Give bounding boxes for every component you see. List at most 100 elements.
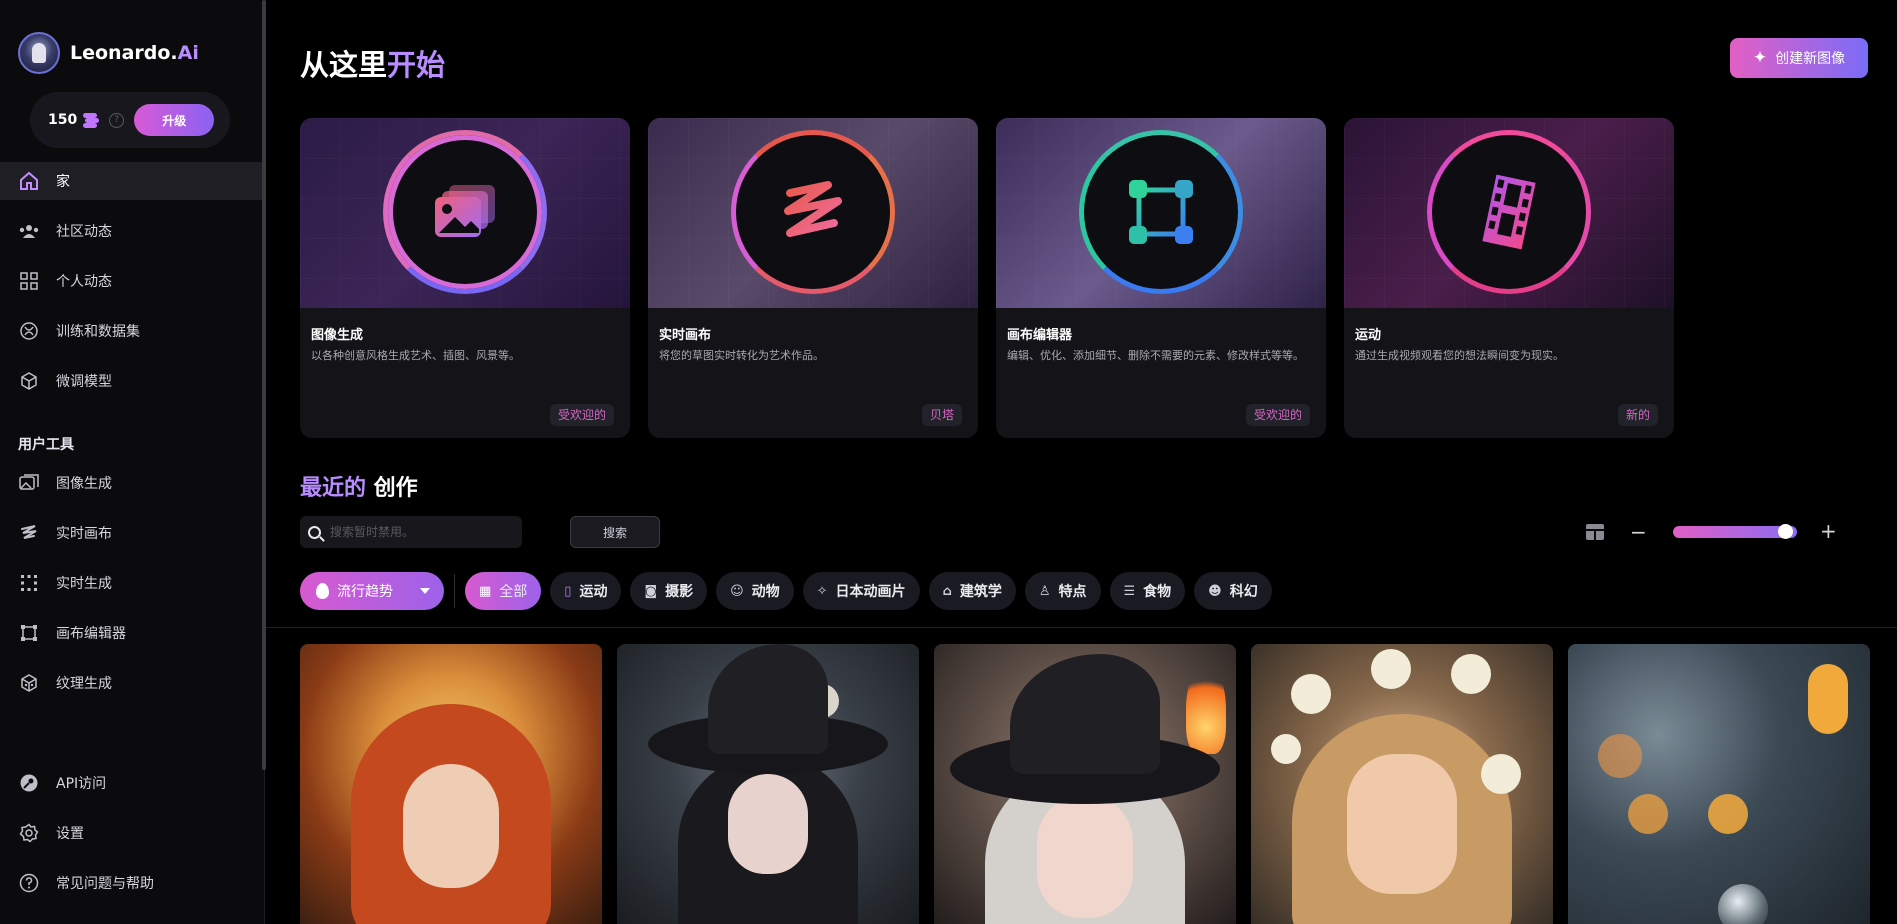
filter-chip-anime[interactable]: ✧ 日本动画片 [802,572,920,610]
sidebar: Leonardo.Ai 150 ? 升级 家 社区动态 个人动态 训练和数据集 … [0,0,265,924]
sidebar-item-label: 社区动态 [56,224,112,240]
grid-icon: ▦ [479,583,492,599]
cube-icon [18,370,40,392]
filter-chip-architecture[interactable]: ⌂ 建筑学 [928,572,1016,610]
film-icon: ▯ [564,583,572,599]
tool-name: 实时画布 [659,328,712,343]
chip-label: 动物 [751,584,780,600]
page-title-accent: 开始 [387,48,446,82]
tool-badge: 新的 [1617,404,1658,426]
sidebar-item-texture-generation[interactable]: 纹理生成 [0,664,262,702]
bottom-nav: API访问 设置 常见问题与帮助 [0,764,262,914]
tool-cards: 图像生成 以各种创意风格生成艺术、插图、风景等。 受欢迎的 实时画布 将您的草图… [300,118,1692,438]
filter-chip-motion[interactable]: ▯ 运动 [550,572,622,610]
tool-card-motion[interactable]: 运动 通过生成视频观看您的想法瞬间变为现实。 新的 [1344,118,1674,438]
sidebar-item-canvas-editor[interactable]: 画布编辑器 [0,614,262,652]
tool-badge: 受欢迎的 [549,404,614,426]
sidebar-item-personal-feed[interactable]: 个人动态 [0,262,262,300]
filter-chip-animals[interactable]: ☺ 动物 [716,572,794,610]
tool-description: 以各种创意风格生成艺术、插图、风景等。 [311,349,520,362]
sidebar-item-settings[interactable]: 设置 [0,814,262,852]
trending-dropdown[interactable]: 流行趋势 [300,572,444,610]
search-button[interactable]: 搜索 [570,516,660,548]
tool-description: 编辑、优化、添加细节、删除不需要的元素、修改样式等等。 [1007,349,1304,362]
zoom-in-icon[interactable]: + [1820,519,1837,543]
chip-label: 科幻 [1229,584,1258,600]
chip-label: 摄影 [665,584,694,600]
filter-bar: 流行趋势 ▦ 全部 ▯ 运动 ◙ 摄影 ☺ 动物 ✧ 日本动画片 ⌂ 建筑学 ♙ 特点 ☰ 食物… [300,572,1281,610]
gallery-image[interactable] [617,644,919,924]
sparkle-icon: ✧ [816,583,828,599]
brand[interactable]: Leonardo.Ai [18,32,199,74]
filter-chip-characters[interactable]: ♙ 特点 [1024,572,1101,610]
sidebar-item-label: API访问 [56,776,107,792]
filter-chip-scifi[interactable]: ☻ 科幻 [1194,572,1272,610]
tool-name: 图像生成 [311,328,364,343]
sidebar-item-training[interactable]: 训练和数据集 [0,312,262,350]
help-icon [18,872,40,894]
tool-name: 画布编辑器 [1007,328,1073,343]
zoom-slider-handle[interactable] [1778,524,1793,539]
recent-title-accent: 最近的 [300,476,367,501]
grid-icon [18,270,40,292]
tool-card-realtime-canvas[interactable]: 实时画布 将您的草图实时转化为艺术作品。 贝塔 [648,118,978,438]
sparkle-icon: ✦ [1752,48,1768,68]
alien-icon: ☻ [1208,583,1222,599]
tool-card-image-generation[interactable]: 图像生成 以各种创意风格生成艺术、插图、风景等。 受欢迎的 [300,118,630,438]
gallery-image[interactable] [300,644,602,924]
sidebar-item-label: 纹理生成 [56,676,112,692]
recent-title-rest: 创作 [366,476,418,501]
community-icon [18,220,40,242]
cat-icon: ☺ [730,583,744,599]
gallery-image[interactable] [934,644,1236,924]
filter-chip-photography[interactable]: ◙ 摄影 [630,572,708,610]
gallery-image[interactable] [1251,644,1553,924]
sidebar-item-label: 图像生成 [56,476,112,492]
sidebar-item-label: 家 [56,174,70,190]
canvas-editor-icon [18,622,40,644]
tool-thumbnail [996,118,1326,308]
create-new-image-button[interactable]: ✦ 创建新图像 [1730,38,1868,78]
sidebar-item-label: 常见问题与帮助 [56,876,154,892]
user-tools-heading: 用户工具 [18,437,74,453]
layout-toggle-icon[interactable] [1586,524,1604,540]
texture-icon [18,672,40,694]
person-icon: ♙ [1038,583,1051,599]
brand-name-accent: Ai [177,42,199,64]
tool-description: 通过生成视频观看您的想法瞬间变为现实。 [1355,349,1564,362]
filter-chip-all[interactable]: ▦ 全部 [465,572,542,610]
filter-chip-food[interactable]: ☰ 食物 [1109,572,1186,610]
recent-creations-title: 最近的 创作 [300,470,418,502]
sidebar-item-realtime-canvas[interactable]: 实时画布 [0,514,262,552]
realtime-gen-icon [18,572,40,594]
tool-thumbnail [1344,118,1674,308]
create-new-image-label: 创建新图像 [1775,51,1846,67]
sidebar-item-api-access[interactable]: API访问 [0,764,262,802]
burger-icon: ☰ [1123,583,1136,599]
chip-label: 建筑学 [959,584,1002,600]
sidebar-item-community[interactable]: 社区动态 [0,212,262,250]
sidebar-item-label: 实时画布 [56,526,112,542]
app: Leonardo.Ai 150 ? 升级 家 社区动态 个人动态 训练和数据集 … [0,0,1897,924]
gear-icon [18,822,40,844]
chip-label: 食物 [1143,584,1172,600]
zoom-out-icon[interactable]: − [1630,520,1647,544]
divider [266,627,1897,628]
sidebar-item-finetuned-models[interactable]: 微调模型 [0,362,262,400]
tool-card-canvas-editor[interactable]: 画布编辑器 编辑、优化、添加细节、删除不需要的元素、修改样式等等。 受欢迎的 [996,118,1326,438]
recent-gallery [300,644,1885,924]
tool-description: 将您的草图实时转化为艺术作品。 [659,349,824,362]
search-input[interactable] [330,525,510,539]
tools-nav: 图像生成 实时画布 实时生成 画布编辑器 纹理生成 [0,464,262,714]
gallery-image[interactable] [1568,644,1870,924]
page-title: 从这里开始 [300,42,445,84]
sidebar-item-image-generation[interactable]: 图像生成 [0,464,262,502]
sidebar-item-label: 微调模型 [56,374,112,390]
sidebar-item-realtime-generation[interactable]: 实时生成 [0,564,262,602]
canvas-editor-ring-icon [1079,130,1243,294]
sidebar-item-faq-help[interactable]: 常见问题与帮助 [0,864,262,902]
upgrade-button[interactable]: 升级 [134,104,215,136]
credits-help-icon[interactable]: ? [109,112,125,128]
chip-label: 全部 [499,584,528,600]
sidebar-item-home[interactable]: 家 [0,162,262,200]
